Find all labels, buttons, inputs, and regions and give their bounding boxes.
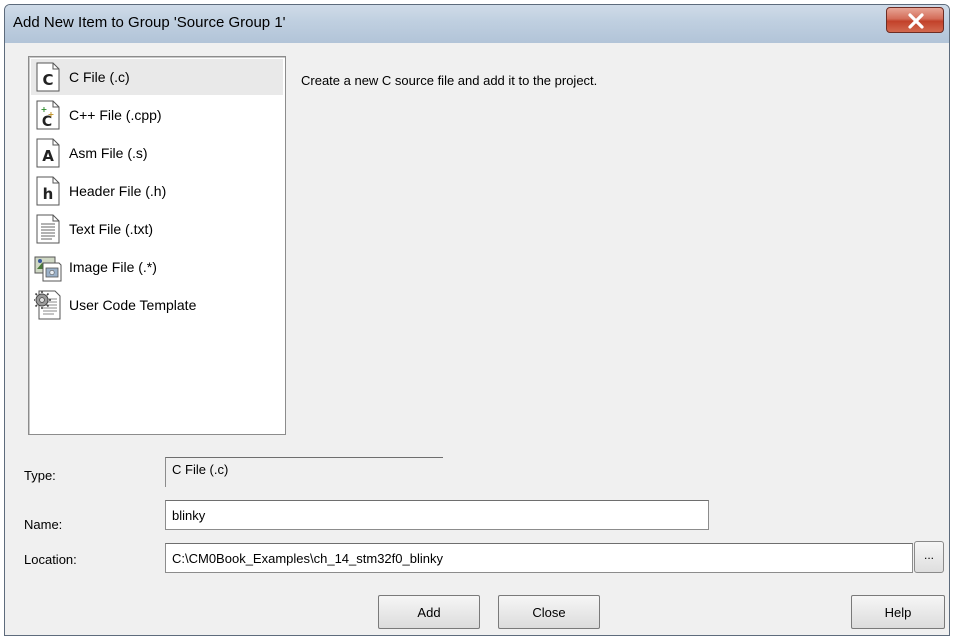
svg-text:A: A: [42, 147, 54, 165]
type-field: C File (.c): [165, 457, 443, 487]
name-input[interactable]: [165, 500, 709, 530]
file-type-list[interactable]: C C File (.c) C + + C++ File (.cpp) A As…: [28, 56, 286, 435]
file-type-label: C++ File (.cpp): [69, 107, 162, 123]
close-window-button[interactable]: [886, 7, 944, 33]
location-label: Location:: [24, 552, 77, 567]
c-file-icon: C: [36, 62, 60, 92]
location-input[interactable]: [165, 543, 913, 573]
file-type-label: Header File (.h): [69, 183, 167, 199]
file-type-label: Asm File (.s): [69, 145, 148, 161]
svg-text:h: h: [43, 185, 54, 203]
file-type-item-image[interactable]: Image File (.*): [31, 249, 283, 285]
template-file-icon: [34, 290, 61, 320]
text-file-icon: [36, 214, 60, 244]
cpp-file-icon: C + +: [36, 100, 60, 130]
image-file-icon: [34, 256, 62, 282]
close-button[interactable]: Close: [498, 595, 600, 629]
close-icon: [908, 13, 924, 29]
file-type-item-asm[interactable]: A Asm File (.s): [31, 135, 283, 171]
add-button[interactable]: Add: [378, 595, 480, 629]
file-type-item-cpp[interactable]: C + + C++ File (.cpp): [31, 97, 283, 133]
browse-button[interactable]: ...: [914, 541, 944, 573]
title-bar[interactable]: Add New Item to Group 'Source Group 1': [5, 5, 949, 43]
file-type-item-header[interactable]: h Header File (.h): [31, 173, 283, 209]
help-button[interactable]: Help: [851, 595, 945, 629]
dialog-body: C C File (.c) C + + C++ File (.cpp) A As…: [13, 43, 945, 633]
file-type-label: C File (.c): [69, 69, 130, 85]
file-type-label: User Code Template: [69, 297, 197, 313]
asm-file-icon: A: [36, 138, 60, 168]
header-file-icon: h: [36, 176, 60, 206]
name-label: Name:: [24, 517, 63, 532]
window-title: Add New Item to Group 'Source Group 1': [13, 14, 286, 31]
file-type-item-template[interactable]: User Code Template: [31, 287, 283, 323]
file-type-item-c[interactable]: C C File (.c): [31, 59, 283, 95]
svg-text:+: +: [41, 105, 48, 114]
file-type-item-text[interactable]: Text File (.txt): [31, 211, 283, 247]
file-type-label: Text File (.txt): [69, 221, 154, 237]
add-new-item-dialog: Add New Item to Group 'Source Group 1' C…: [4, 4, 950, 636]
file-type-label: Image File (.*): [69, 259, 157, 275]
type-label: Type:: [24, 468, 56, 483]
svg-text:+: +: [48, 110, 55, 119]
file-type-description: Create a new C source file and add it to…: [301, 73, 598, 88]
svg-text:C: C: [42, 71, 53, 89]
